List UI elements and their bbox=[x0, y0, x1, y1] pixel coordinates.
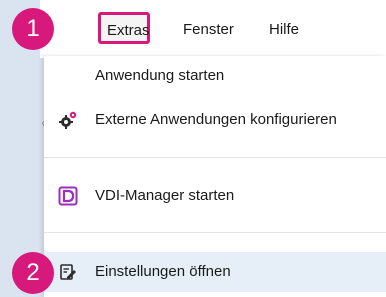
extras-dropdown-menu: Anwendung starten Externe Anwendungen ko… bbox=[44, 56, 386, 297]
menu-separator bbox=[44, 157, 386, 158]
menu-bar: Extras Fenster Hilfe bbox=[40, 0, 386, 58]
menu-item-anwendung-starten[interactable]: Anwendung starten bbox=[44, 56, 386, 96]
gears-icon bbox=[58, 110, 78, 130]
menu-item-label: Anwendung starten bbox=[95, 67, 225, 84]
vdi-d-icon bbox=[58, 186, 78, 206]
step-callout-2: 2 bbox=[12, 252, 54, 294]
menu-item-label: Externe Anwendungen konfigurieren bbox=[95, 111, 337, 128]
menu-fenster[interactable]: Fenster bbox=[183, 20, 234, 40]
menu-item-externe-anwendungen[interactable]: Externe Anwendungen konfigurieren bbox=[44, 100, 386, 140]
menu-extras[interactable]: Extras bbox=[98, 12, 150, 44]
settings-edit-icon bbox=[58, 262, 78, 282]
step-callout-1: 1 bbox=[12, 8, 54, 50]
menu-item-label: VDI-Manager starten bbox=[95, 187, 235, 204]
menu-item-label: Einstellungen öffnen bbox=[95, 263, 231, 280]
menu-hilfe[interactable]: Hilfe bbox=[269, 20, 299, 40]
menu-item-vdi-manager[interactable]: VDI-Manager starten bbox=[44, 176, 386, 216]
menu-separator bbox=[44, 232, 386, 233]
menu-item-einstellungen-oeffnen[interactable]: Einstellungen öffnen bbox=[44, 252, 386, 292]
